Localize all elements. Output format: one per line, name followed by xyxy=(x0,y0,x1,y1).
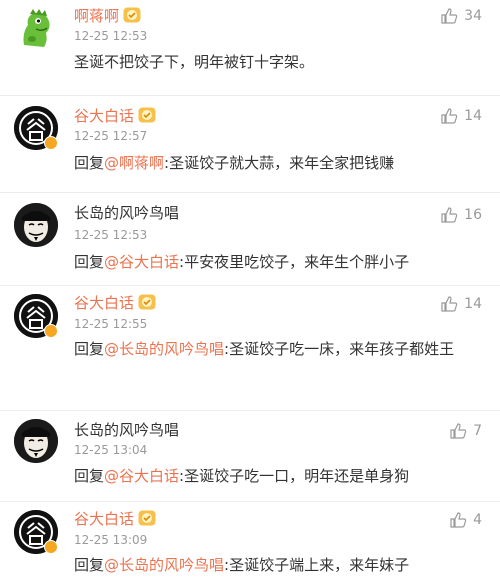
like-count: 14 xyxy=(464,108,482,124)
thumbs-up-icon xyxy=(441,207,458,223)
like-button[interactable]: 7 xyxy=(449,421,482,441)
comment-time: 12-25 13:04 xyxy=(74,443,148,457)
username-text[interactable]: 啊蒋啊 xyxy=(74,7,119,25)
thumbs-up-icon xyxy=(450,423,467,439)
comment-text: 回复@谷大白话:圣诞饺子吃一口，明年还是单身狗 xyxy=(74,467,410,485)
comment-text: 回复@长岛的风吟鸟唱:圣诞饺子吃一床，来年孩子都姓王 xyxy=(74,340,455,358)
verified-badge-icon xyxy=(44,324,58,338)
username[interactable]: 长岛的风吟鸟唱 xyxy=(74,203,179,223)
thumbs-up-icon xyxy=(441,108,458,124)
verified-badge-icon xyxy=(44,136,58,150)
mention-link[interactable]: @啊蒋啊 xyxy=(104,154,164,172)
comment-item: 谷大白话 12-25 13:09 回复@长岛的风吟鸟唱:圣诞饺子端上来，来年妹子… xyxy=(0,502,500,584)
username-text[interactable]: 长岛的风吟鸟唱 xyxy=(74,204,179,222)
comment-item: 长岛的风吟鸟唱 12-25 12:53 回复@谷大白话:平安夜里吃饺子，来年生个… xyxy=(0,193,500,285)
comment-text: 回复@长岛的风吟鸟唱:圣诞饺子端上来，来年妹子 xyxy=(74,556,410,574)
comment-item: 谷大白话 12-25 12:57 回复@啊蒋啊:圣诞饺子就大蒜，来年全家把钱赚 … xyxy=(0,96,500,192)
username[interactable]: 长岛的风吟鸟唱 xyxy=(74,420,179,440)
comment-text: 圣诞不把饺子下，明年被钉十字架。 xyxy=(74,53,315,71)
username[interactable]: 谷大白话 xyxy=(74,106,156,126)
username[interactable]: 谷大白话 xyxy=(74,293,156,313)
comment-item: 啊蒋啊 12-25 12:53 圣诞不把饺子下，明年被钉十字架。 34 xyxy=(0,0,500,95)
mask-avatar[interactable] xyxy=(14,203,58,247)
like-button[interactable]: 14 xyxy=(440,106,482,126)
level-badge-icon xyxy=(123,7,141,22)
username[interactable]: 谷大白话 xyxy=(74,509,156,529)
like-button[interactable]: 16 xyxy=(440,205,482,225)
username-text[interactable]: 谷大白话 xyxy=(74,510,134,528)
verified-badge-icon xyxy=(44,540,58,554)
dinosaur-avatar[interactable] xyxy=(14,5,58,49)
comment-item: 长岛的风吟鸟唱 12-25 13:04 回复@谷大白话:圣诞饺子吃一口，明年还是… xyxy=(0,411,500,501)
thumbs-up-icon xyxy=(450,512,467,528)
comment-time: 12-25 12:55 xyxy=(74,317,148,331)
like-button[interactable]: 14 xyxy=(440,294,482,314)
mention-link[interactable]: @谷大白话 xyxy=(104,253,179,271)
level-badge-icon xyxy=(138,510,156,525)
like-button[interactable]: 34 xyxy=(440,6,482,26)
like-count: 14 xyxy=(464,296,482,312)
mention-link[interactable]: @长岛的风吟鸟唱 xyxy=(104,556,224,574)
like-count: 7 xyxy=(473,423,482,439)
like-count: 34 xyxy=(464,8,482,24)
comment-time: 12-25 12:53 xyxy=(74,29,148,43)
comment-text: 回复@谷大白话:平安夜里吃饺子，来年生个胖小子 xyxy=(74,253,410,271)
like-button[interactable]: 4 xyxy=(449,510,482,530)
comment-item: 谷大白话 12-25 12:55 回复@长岛的风吟鸟唱:圣诞饺子吃一床，来年孩子… xyxy=(0,286,500,410)
thumbs-up-icon xyxy=(441,296,458,312)
mask-avatar[interactable] xyxy=(14,419,58,463)
username-text[interactable]: 谷大白话 xyxy=(74,294,134,312)
mention-link[interactable]: @长岛的风吟鸟唱 xyxy=(104,340,224,358)
comment-text: 回复@啊蒋啊:圣诞饺子就大蒜，来年全家把钱赚 xyxy=(74,154,395,172)
like-count: 4 xyxy=(473,512,482,528)
username-text[interactable]: 长岛的风吟鸟唱 xyxy=(74,421,179,439)
comment-time: 12-25 12:57 xyxy=(74,129,148,143)
comment-time: 12-25 13:09 xyxy=(74,533,148,547)
level-badge-icon xyxy=(138,294,156,309)
comment-time: 12-25 12:53 xyxy=(74,228,148,242)
like-count: 16 xyxy=(464,207,482,223)
mention-link[interactable]: @谷大白话 xyxy=(104,467,179,485)
level-badge-icon xyxy=(138,107,156,122)
username[interactable]: 啊蒋啊 xyxy=(74,6,141,26)
username-text[interactable]: 谷大白话 xyxy=(74,107,134,125)
comment-feed: 啊蒋啊 12-25 12:53 圣诞不把饺子下，明年被钉十字架。 34 谷大白话… xyxy=(0,0,500,584)
thumbs-up-icon xyxy=(441,8,458,24)
